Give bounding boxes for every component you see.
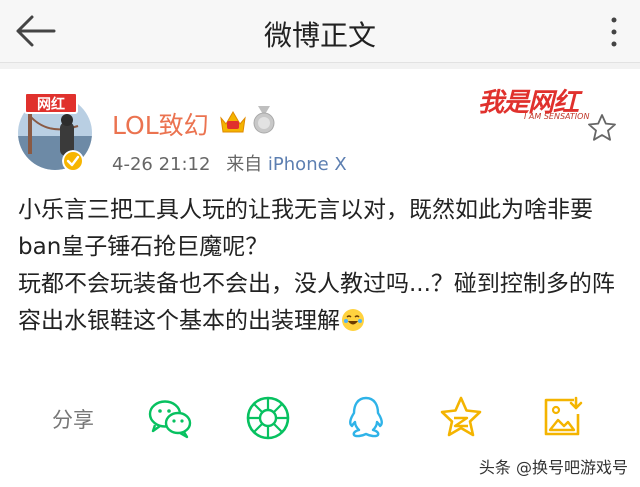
post-time: 4-26 21:12 (112, 154, 211, 175)
moments-icon[interactable] (244, 394, 292, 442)
medal-icon (253, 106, 275, 134)
influencer-badge: 网红 (24, 92, 78, 114)
wechat-icon[interactable] (146, 394, 194, 442)
laugh-cry-emoji-icon (342, 309, 364, 331)
vip-crown-icon (220, 111, 246, 133)
post-content: 小乐言三把工具人玩的让我无言以对，既然如此为啥非要ban皇子锤石抢巨魔呢？ 玩都… (18, 192, 628, 340)
qq-icon[interactable] (342, 394, 390, 442)
source-label: 来自 (226, 154, 263, 175)
post-paragraph: 小乐言三把工具人玩的让我无言以对，既然如此为啥非要ban皇子锤石抢巨魔呢？ (18, 197, 593, 260)
qzone-star-icon[interactable] (437, 394, 485, 442)
post-meta: 4-26 21:12 来自 iPhone X (112, 150, 347, 176)
divider (0, 63, 640, 69)
share-label: 分享 (52, 408, 94, 432)
device-name: iPhone X (267, 154, 347, 175)
source-attribution: 头条 @换号吧游戏号 (478, 458, 628, 477)
author-name[interactable]: LOL致幻 (112, 106, 209, 142)
watermark-sub: I AM SENSATION (524, 112, 590, 121)
verified-icon (62, 150, 84, 172)
more-options-icon[interactable] (608, 16, 620, 48)
top-navigation-bar: 微博正文 (0, 0, 640, 63)
page-title: 微博正文 (263, 19, 376, 52)
save-image-icon[interactable] (538, 394, 586, 442)
favorite-star-icon[interactable] (586, 112, 618, 144)
post-paragraph: 玩都不会玩装备也不会出，没人教过吗...？碰到控制多的阵容出水银鞋这个基本的出装… (18, 271, 615, 334)
